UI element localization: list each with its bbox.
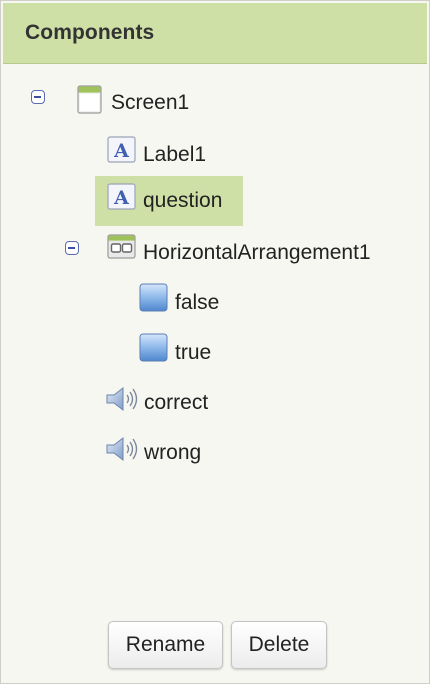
tree-item-true[interactable]: true — [139, 331, 211, 375]
tree-item-question[interactable]: A question — [95, 176, 243, 226]
tree-item-label: question — [143, 189, 223, 212]
horizontal-arrangement-icon — [107, 234, 136, 259]
delete-button[interactable]: Delete — [231, 621, 327, 669]
label-icon: A — [107, 183, 136, 210]
tree-item-label: Label1 — [143, 143, 207, 166]
button-icon — [139, 333, 168, 362]
tree-item-label: wrong — [144, 441, 202, 464]
component-tree: Screen1 A Label1 A question HorizontalAr… — [1, 1, 429, 601]
sound-icon — [106, 436, 138, 462]
button-icon — [139, 283, 168, 312]
tree-item-label: Screen1 — [111, 91, 190, 114]
tree-item-correct[interactable]: correct — [105, 381, 208, 425]
rename-button[interactable]: Rename — [108, 621, 223, 669]
tree-item-label: false — [175, 291, 220, 314]
sound-icon — [106, 386, 138, 412]
tree-item-false[interactable]: false — [139, 281, 219, 325]
tree-item-horizontalarrangement1[interactable]: HorizontalArrangement1 — [107, 231, 371, 275]
tree-item-label: correct — [144, 391, 209, 414]
svg-text:A: A — [113, 187, 129, 209]
tree-item-label: HorizontalArrangement1 — [143, 241, 371, 264]
tree-item-label1[interactable]: A Label1 — [107, 133, 206, 177]
collapse-screen1-toggle[interactable] — [31, 90, 45, 104]
screen-icon — [77, 85, 102, 114]
components-panel: Components Screen1 A Label1 A question H… — [0, 0, 430, 684]
collapse-arrangement-toggle[interactable] — [65, 241, 79, 255]
svg-text:A: A — [113, 140, 129, 162]
tree-item-label: true — [175, 341, 212, 364]
label-icon: A — [107, 136, 136, 163]
tree-item-wrong[interactable]: wrong — [105, 431, 201, 475]
tree-item-screen1[interactable]: Screen1 — [77, 81, 189, 125]
